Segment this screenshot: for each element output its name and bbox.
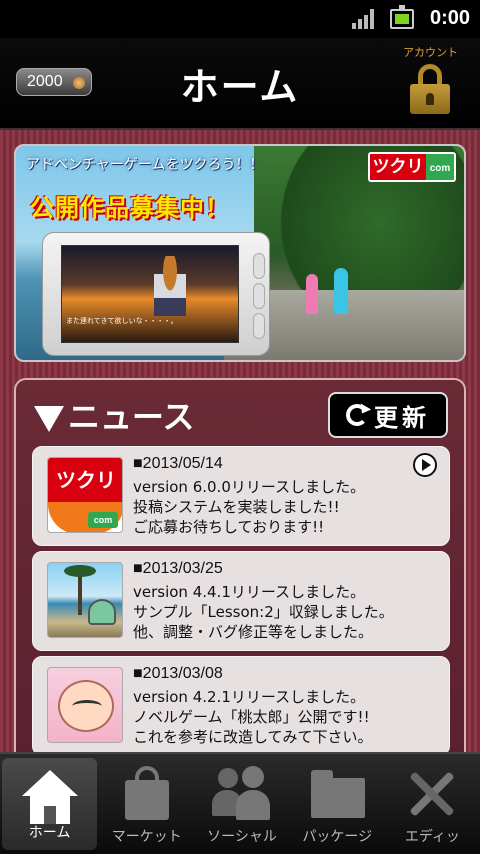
- home-icon: [20, 768, 80, 826]
- tab-package[interactable]: パッケージ: [290, 754, 385, 854]
- phone-button: [253, 283, 265, 309]
- refresh-button[interactable]: 更新: [328, 392, 448, 438]
- status-bar: 0:00: [0, 0, 480, 38]
- news-date: ■2013/03/25: [133, 560, 223, 577]
- page-title: ホーム: [180, 65, 300, 109]
- news-title: ニュース: [68, 398, 195, 436]
- clock: 0:00: [429, 7, 470, 29]
- battery-icon: [390, 5, 414, 29]
- news-list: ツクリ com ■2013/05/14 version 6.0.0リリースしまし…: [32, 446, 450, 752]
- tools-icon: [402, 764, 462, 822]
- tab-label: パッケージ: [302, 829, 373, 845]
- banner-headline: アドベンチャーゲームをツクろう！！: [26, 157, 264, 173]
- phone-mockup: また連れてきて欲しいな・・・・。: [42, 232, 270, 356]
- list-item[interactable]: ■2013/03/08 version 4.2.1リリースしました。 ノベルゲー…: [32, 656, 450, 752]
- list-item[interactable]: ■2013/03/25 version 4.4.1リリースしました。 サンプル「…: [32, 551, 450, 651]
- tab-social[interactable]: ソーシャル: [194, 754, 289, 854]
- news-panel: ニュース 更新 ツクリ com ■2013/05/14 version 6.0.…: [14, 378, 466, 752]
- signal-icon: [352, 9, 376, 29]
- banner-subtitle: 公開作品募集中！: [30, 194, 230, 222]
- shopping-bag-icon: [117, 764, 177, 822]
- refresh-label: 更新: [374, 403, 430, 432]
- character-illustration: [154, 256, 186, 316]
- tab-label: エディッ: [404, 829, 460, 845]
- account-label: アカウント: [403, 46, 458, 59]
- folder-icon: [307, 764, 367, 822]
- refresh-icon: [346, 404, 368, 426]
- phone-caption: また連れてきて欲しいな・・・・。: [66, 317, 178, 325]
- tsukuri-logo-thumbnail: ツクリ com: [47, 457, 123, 533]
- tab-label: ソーシャル: [207, 829, 277, 845]
- news-body: version 6.0.0リリースしました。 投稿システムを実装しました!! ご…: [133, 478, 366, 536]
- collapse-triangle-icon: [34, 406, 64, 432]
- news-heading[interactable]: ニュース: [34, 392, 194, 438]
- tsukuri-logo: ツクリ com: [368, 152, 456, 182]
- play-icon[interactable]: [413, 453, 437, 477]
- logo-suffix: com: [426, 154, 454, 180]
- promo-banner[interactable]: アドベンチャーゲームをツクろう！！ 公開作品募集中！ ツクリ com また連れて…: [14, 144, 466, 362]
- news-body: version 4.4.1リリースしました。 サンプル「Lesson:2」収録し…: [133, 583, 394, 641]
- tab-market[interactable]: マーケット: [99, 754, 194, 854]
- list-item[interactable]: ツクリ com ■2013/05/14 version 6.0.0リリースしまし…: [32, 446, 450, 546]
- app-header: 2000 ホーム アカウント: [0, 38, 480, 130]
- phone-button: [253, 253, 265, 279]
- news-body: version 4.2.1リリースしました。 ノベルゲーム「桃太郎」公開です!!…: [133, 688, 373, 746]
- phone-screen: また連れてきて欲しいな・・・・。: [61, 245, 239, 343]
- thumb-logo-text: ツクリ: [48, 458, 122, 502]
- bottom-tab-bar: ホーム マーケット ソーシャル パッケージ エディッ: [0, 752, 480, 854]
- baby-illustration-thumbnail: [47, 667, 123, 743]
- tab-label: マーケット: [111, 829, 182, 845]
- news-date: ■2013/03/08: [133, 665, 223, 682]
- thumb-logo-suffix: com: [88, 512, 118, 528]
- phone-button: [253, 313, 265, 339]
- tab-label: ホーム: [28, 825, 71, 841]
- logo-text: ツクリ: [370, 154, 426, 180]
- people-icon: [212, 764, 272, 822]
- main-content: アドベンチャーゲームをツクろう！！ 公開作品募集中！ ツクリ com また連れて…: [0, 130, 480, 752]
- tab-home[interactable]: ホーム: [2, 758, 98, 850]
- lock-icon[interactable]: [410, 64, 450, 114]
- banner-figure-blue: [334, 268, 348, 314]
- news-date: ■2013/05/14: [133, 455, 223, 472]
- banner-figure-pink: [306, 274, 318, 314]
- tab-editor[interactable]: エディッ: [385, 754, 480, 854]
- beach-photo-thumbnail: [47, 562, 123, 638]
